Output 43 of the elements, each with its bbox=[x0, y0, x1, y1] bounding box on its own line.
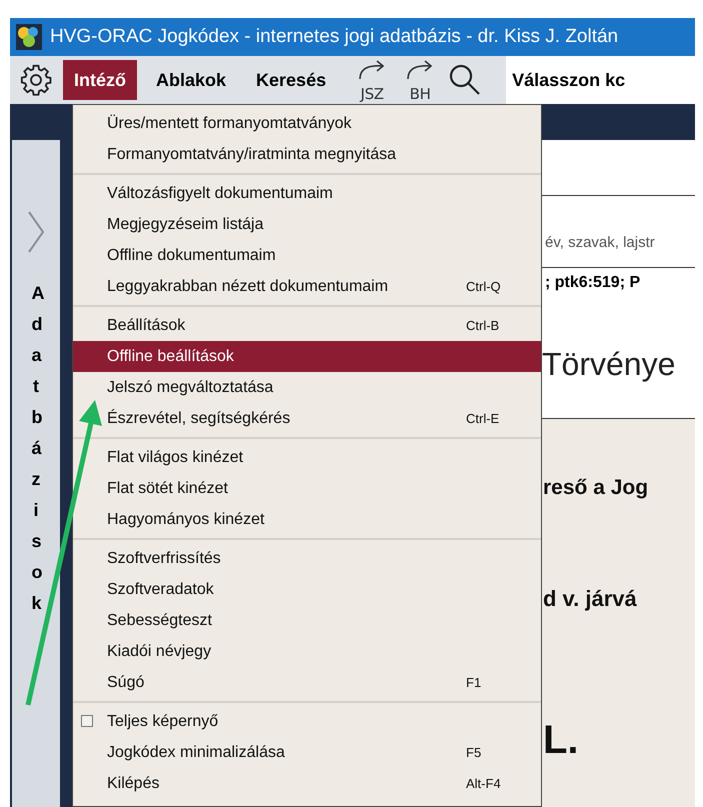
app-logo-icon bbox=[16, 24, 42, 50]
settings-icon[interactable] bbox=[19, 63, 53, 97]
query-text: ; ptk6:519; P bbox=[545, 273, 640, 293]
menu-item[interactable]: Észrevétel, segítségkérés Ctrl-E bbox=[73, 403, 541, 434]
shortcut-text: Alt-F4 bbox=[466, 774, 501, 793]
menu-item[interactable]: Teljes képernyő bbox=[73, 706, 541, 737]
menu-item[interactable]: Leggyakrabban nézett dokumentumaim Ctrl-Q bbox=[73, 271, 541, 302]
menu-item[interactable]: Szoftverfrissítés bbox=[73, 543, 541, 574]
menu-item[interactable]: Offline beállítások bbox=[73, 341, 541, 372]
menu-item[interactable]: Változásfigyelt dokumentumaim bbox=[73, 178, 541, 209]
document-text: L. bbox=[543, 720, 579, 760]
menu-item[interactable]: Hagyományos kinézet bbox=[73, 504, 541, 535]
document-text: d v. járvá bbox=[543, 588, 637, 610]
databases-sidebar[interactable]: Adatbázisok bbox=[10, 140, 62, 807]
shortcut-text: Ctrl-B bbox=[466, 316, 500, 335]
document-text: reső a Jog bbox=[543, 477, 648, 498]
menu-item[interactable]: Súgó F1 bbox=[73, 667, 541, 698]
menu-item[interactable]: Flat világos kinézet bbox=[73, 442, 541, 473]
menu-item[interactable]: Jogkódex minimalizálása F5 bbox=[73, 737, 541, 768]
checkbox[interactable] bbox=[81, 715, 93, 727]
hint-text: év, szavak, lajstr bbox=[545, 234, 655, 251]
menu-bar-item[interactable]: Ablakok bbox=[145, 60, 238, 100]
menu-bar-item[interactable]: Keresés bbox=[245, 60, 338, 100]
window-title: HVG-ORAC Jogkódex - internetes jogi adatbázis - dr. Kiss J. Zoltán bbox=[50, 24, 618, 49]
tool-button[interactable]: JSZ bbox=[355, 58, 390, 102]
menu-item[interactable]: Megjegyzéseim listája bbox=[73, 209, 541, 240]
menu-item[interactable]: Kilépés Alt-F4 bbox=[73, 768, 541, 799]
menu-item[interactable]: Jelszó megváltoztatása bbox=[73, 372, 541, 403]
shortcut-text: F5 bbox=[466, 744, 482, 762]
tool-button[interactable]: BH bbox=[403, 58, 438, 102]
shortcut-text: F1 bbox=[466, 674, 482, 692]
menu-bar-item[interactable]: Intéző bbox=[63, 60, 137, 100]
category-dropdown[interactable]: Válasszon kc bbox=[506, 56, 695, 104]
shortcut-text: Ctrl-Q bbox=[466, 278, 501, 296]
menu-item[interactable]: Offline dokumentumaim bbox=[73, 240, 541, 271]
shortcut-text: Ctrl-E bbox=[466, 410, 500, 428]
menu-item[interactable]: Flat sötét kinézet bbox=[73, 473, 541, 504]
document-heading: Törvénye bbox=[542, 346, 676, 382]
menu-item[interactable]: Kiadói névjegy bbox=[73, 636, 541, 667]
menu-item[interactable]: Szoftveradatok bbox=[73, 574, 541, 605]
menu-item[interactable]: Beállítások Ctrl-B bbox=[73, 310, 541, 341]
menu-item[interactable]: Formanyomtatvány/iratminta megnyitása bbox=[73, 139, 541, 170]
menu-item[interactable]: Sebességteszt bbox=[73, 605, 541, 636]
